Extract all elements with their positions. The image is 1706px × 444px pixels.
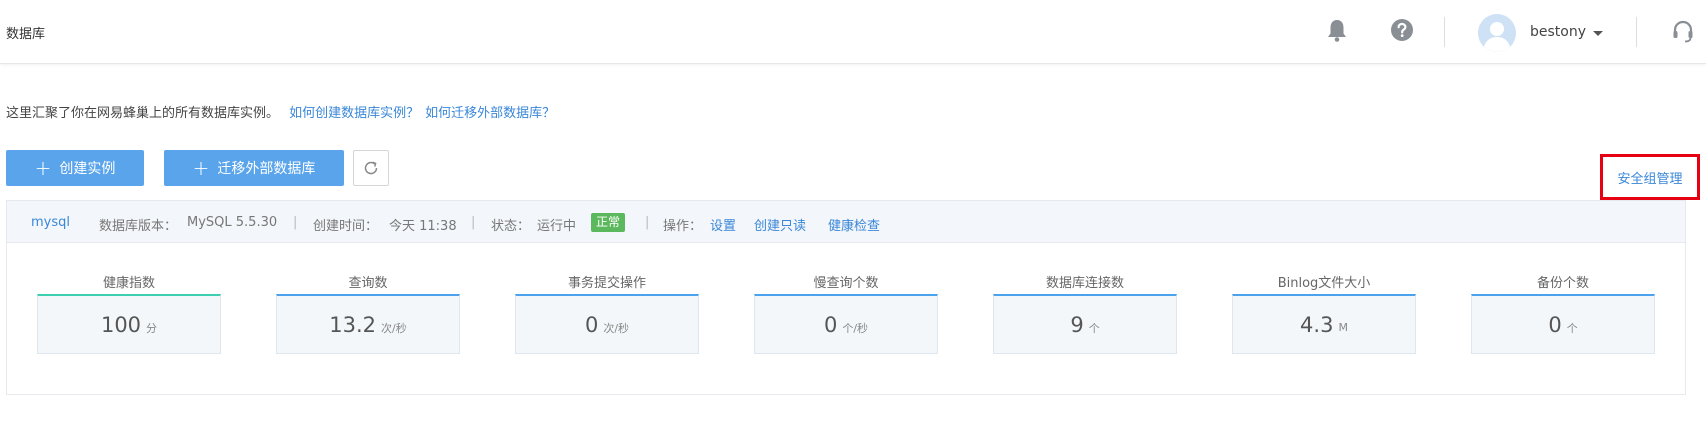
how-to-create-link[interactable]: 如何创建数据库实例？ — [289, 106, 419, 121]
metric-card: 事务提交操作 0 次/秒 — [515, 272, 699, 354]
metric-card: 数据库连接数 9 个 — [993, 272, 1177, 354]
header-divider — [1444, 17, 1445, 47]
metric-value: 0 — [823, 312, 838, 337]
metric-card: 备份个数 0 个 — [1471, 272, 1655, 354]
metric-label: 健康指数 — [102, 276, 155, 291]
chevron-down-icon[interactable] — [1593, 31, 1603, 36]
plus-icon: + — [34, 156, 52, 180]
avatar[interactable] — [1478, 14, 1516, 52]
security-group-link[interactable]: 安全组管理 — [1617, 168, 1682, 187]
metric-value: 0 — [1548, 312, 1562, 337]
separator: | — [645, 215, 650, 230]
metric-value-box: 4.3 M — [1232, 294, 1416, 354]
help-icon[interactable] — [1390, 18, 1414, 42]
metric-value-box: 0 个/秒 — [754, 294, 938, 354]
top-bar: 数据库 bestony — [0, 0, 1706, 64]
instance-panel: mysql 数据库版本： MySQL 5.5.30 | 创建时间： 今天 11:… — [6, 200, 1686, 395]
metric-value-box: 0 个 — [1471, 294, 1655, 354]
metric-card: Binlog文件大小 4.3 M — [1232, 272, 1416, 354]
metric-label: 慢查询个数 — [813, 276, 879, 291]
settings-link[interactable]: 设置 — [710, 215, 736, 234]
version-label: 数据库版本： — [99, 219, 178, 234]
metric-label: 查询数 — [348, 276, 388, 291]
user-avatar-icon — [1478, 14, 1516, 52]
metric-value-box: 9 个 — [993, 294, 1177, 354]
metric-unit: 次/秒 — [381, 321, 407, 335]
metric-card: 查询数 13.2 次/秒 — [276, 272, 460, 354]
metric-value-box: 0 次/秒 — [515, 294, 699, 354]
metric-unit: 分 — [146, 321, 158, 335]
security-group-highlight: 安全组管理 — [1600, 154, 1700, 200]
separator: | — [471, 215, 476, 230]
migrate-database-button[interactable]: + 迁移外部数据库 — [164, 150, 344, 186]
metric-value-box: 100 分 — [37, 294, 221, 354]
refresh-icon — [364, 161, 378, 175]
plus-icon: + — [192, 156, 210, 180]
intro-description: 这里汇聚了你在网易蜂巢上的所有数据库实例。 — [6, 106, 280, 121]
metric-label: 数据库连接数 — [1045, 276, 1124, 291]
metric-card: 慢查询个数 0 个/秒 — [754, 272, 938, 354]
metric-value: 4.3 — [1300, 312, 1334, 337]
metric-unit: 个 — [1088, 321, 1100, 335]
create-instance-label: 创建实例 — [59, 161, 116, 177]
created-value: 今天 11:38 — [389, 219, 457, 234]
version-value: MySQL 5.5.30 — [187, 215, 278, 230]
metric-label: 事务提交操作 — [567, 276, 646, 291]
operations-label: 操作： — [663, 219, 703, 234]
create-instance-button[interactable]: + 创建实例 — [6, 150, 144, 186]
metric-value: 0 — [584, 312, 599, 337]
how-to-migrate-link[interactable]: 如何迁移外部数据库？ — [425, 106, 555, 121]
migrate-database-label: 迁移外部数据库 — [217, 161, 316, 177]
separator: | — [293, 215, 298, 230]
header-divider — [1636, 17, 1637, 47]
create-readonly-link[interactable]: 创建只读 — [754, 215, 806, 234]
instance-header: mysql 数据库版本： MySQL 5.5.30 | 创建时间： 今天 11:… — [7, 201, 1685, 243]
metric-unit: 个/秒 — [842, 321, 869, 335]
metric-card: 健康指数 100 分 — [37, 272, 221, 354]
metric-value-box: 13.2 次/秒 — [276, 294, 460, 354]
metric-unit: 次/秒 — [603, 321, 630, 335]
headset-icon[interactable] — [1670, 18, 1696, 44]
metric-value: 13.2 — [329, 312, 377, 337]
bell-icon[interactable] — [1326, 18, 1348, 44]
instance-name-link[interactable]: mysql — [31, 215, 70, 230]
status-label: 状态： — [491, 219, 531, 234]
metric-label: 备份个数 — [1536, 276, 1589, 291]
status-value: 运行中 — [537, 219, 577, 234]
metric-value: 9 — [1070, 312, 1084, 337]
metric-value: 100 — [100, 312, 142, 337]
page-title: 数据库 — [6, 27, 46, 42]
metric-unit: M — [1338, 321, 1348, 334]
created-label: 创建时间： — [313, 219, 379, 234]
metric-unit: 个 — [1566, 321, 1578, 335]
intro-text: 这里汇聚了你在网易蜂巢上的所有数据库实例。 如何创建数据库实例？ 如何迁移外部数据… — [6, 102, 555, 121]
refresh-button[interactable] — [353, 150, 389, 186]
health-check-link[interactable]: 健康检查 — [828, 215, 880, 234]
metric-label: Binlog文件大小 — [1277, 276, 1371, 291]
status-badge: 正常 — [591, 213, 626, 232]
username[interactable]: bestony — [1530, 24, 1586, 40]
